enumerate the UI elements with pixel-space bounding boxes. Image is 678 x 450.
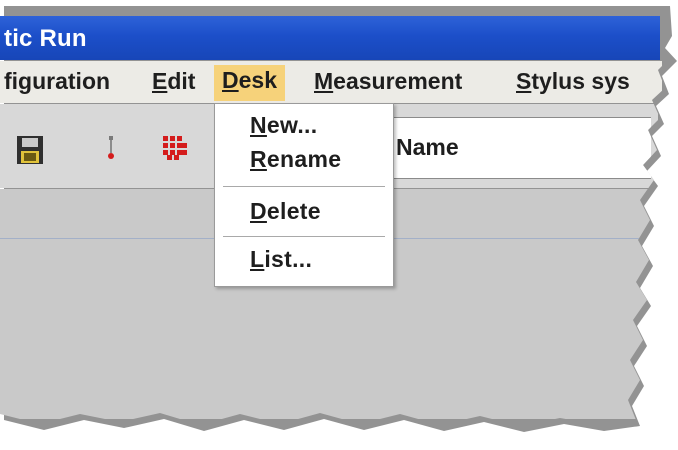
window-title: tic Run [4,25,87,52]
menu-edit-label: dit [167,68,196,94]
menu-bar: figuration Edit Desk Measurement Stylus … [0,61,662,103]
menu-desk-mnemonic: D [222,67,239,93]
delete-label: elete [266,198,321,224]
menu-item-delete[interactable]: Delete [250,198,321,225]
menu-measurement-mnemonic: M [314,68,334,94]
menu-configuration[interactable]: figuration [4,68,110,95]
rename-label: ename [266,146,342,172]
menu-edit[interactable]: Edit [152,68,195,95]
name-column-label: Name [396,134,459,160]
menu-configuration-label: figuration [4,68,111,94]
menu-stylus-label: tylus sys [531,68,630,94]
list-mnemonic: L [250,246,265,272]
menu-stylus-mnemonic: S [516,68,532,94]
delete-mnemonic: D [250,198,267,224]
list-label: ist... [264,246,313,272]
menu-separator [223,186,385,187]
menu-stylus-system[interactable]: Stylus sys [516,68,630,95]
new-mnemonic: N [250,112,267,138]
menu-desk[interactable]: Desk [214,65,285,101]
menu-desk-label: esk [238,67,277,93]
menu-separator [223,236,385,237]
title-bar [0,16,660,60]
menu-item-new[interactable]: New... [250,112,317,139]
menu-measurement-label: easurement [333,68,463,94]
save-icon[interactable] [16,135,44,165]
rename-mnemonic: R [250,146,267,172]
grid-icon[interactable] [163,136,187,160]
menu-item-list[interactable]: List... [250,246,312,273]
probe-icon[interactable] [106,136,116,162]
menu-measurement[interactable]: Measurement [314,68,462,95]
menu-item-rename[interactable]: Rename [250,146,341,173]
application-window: tic Run figuration Edit Desk Measurement… [0,0,678,450]
menu-edit-mnemonic: E [152,68,168,94]
desk-dropdown-menu: New... Rename Delete List... [214,103,394,287]
new-label: ew... [266,112,318,138]
